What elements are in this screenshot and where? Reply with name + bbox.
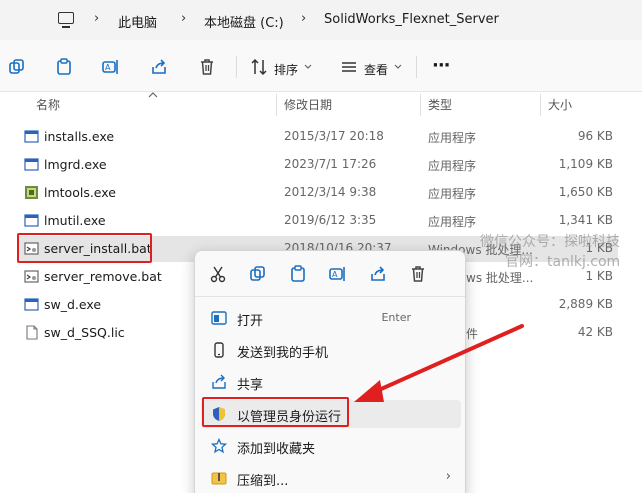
toolbar-divider — [416, 56, 417, 78]
column-header-size[interactable]: 大小 — [548, 96, 572, 113]
watermark-wechat: 微信公众号：探啦科技 — [480, 234, 620, 250]
menu-item-label: 打开 — [237, 314, 264, 329]
share-icon — [212, 374, 226, 389]
lmtools-app-icon — [25, 186, 38, 199]
file-size: 42 KB — [577, 325, 613, 339]
menu-item-compress-to[interactable]: 压缩到... › — [201, 464, 461, 492]
cut-icon[interactable] — [209, 265, 227, 283]
file-type: 应用程序 — [428, 159, 477, 173]
sort-ascending-icon — [148, 92, 158, 98]
delete-icon[interactable] — [198, 58, 216, 76]
file-name: lmtools.exe — [44, 185, 116, 200]
file-date: 2012/3/14 9:38 — [284, 185, 377, 199]
file-name: sw_d.exe — [44, 297, 102, 312]
star-icon — [211, 438, 227, 454]
more-options-button[interactable]: ··· — [432, 55, 450, 76]
view-button[interactable]: 查看 — [364, 61, 388, 78]
file-size: 1,341 KB — [558, 213, 613, 227]
file-date: 2023/7/1 17:26 — [284, 157, 377, 171]
this-pc-icon[interactable] — [58, 12, 74, 28]
menu-item-label: 压缩到... — [237, 474, 289, 489]
highlight-box-file — [17, 233, 152, 263]
rename-icon[interactable]: A — [329, 265, 347, 283]
zip-folder-icon — [211, 472, 227, 485]
breadcrumb-separator: › — [94, 11, 100, 26]
breadcrumb-local-disk[interactable]: 本地磁盘 (C:) — [204, 12, 284, 31]
delete-icon[interactable] — [409, 265, 427, 283]
context-menu-quick-actions: A — [195, 251, 465, 297]
column-divider[interactable] — [540, 94, 541, 116]
highlight-box-run-as-admin — [202, 397, 349, 427]
file-type: ws 批处理... — [466, 271, 534, 285]
column-header-type[interactable]: 类型 — [428, 96, 452, 113]
menu-item-label: 共享 — [237, 378, 264, 393]
file-size: 1,650 KB — [558, 185, 613, 199]
file-type: 应用程序 — [428, 131, 477, 145]
menu-item-label: 发送到我的手机 — [237, 346, 329, 361]
toolbar-divider — [236, 56, 237, 78]
paste-icon[interactable] — [55, 58, 73, 76]
chevron-down-icon — [394, 64, 402, 69]
copy-icon[interactable] — [249, 265, 267, 283]
open-icon — [211, 311, 227, 325]
watermark-website: 官网：tanlkj.com — [505, 254, 621, 270]
exe-window-icon — [24, 130, 39, 143]
file-size: 1,109 KB — [558, 157, 613, 171]
file-type: 应用程序 — [428, 187, 477, 201]
share-icon[interactable] — [369, 265, 387, 283]
svg-text:A: A — [105, 63, 111, 72]
file-name: server_remove.bat — [44, 269, 162, 284]
file-name: lmgrd.exe — [44, 157, 107, 172]
file-row-installs[interactable]: installs.exe 2015/3/17 20:18 应用程序 96 KB — [18, 124, 618, 150]
file-name: sw_d_SSQ.lic — [44, 325, 125, 340]
copy-icon[interactable] — [8, 58, 26, 76]
file-name: installs.exe — [44, 129, 115, 144]
menu-item-label: 添加到收藏夹 — [237, 442, 316, 457]
rename-icon[interactable]: A — [102, 58, 120, 76]
file-row-lmgrd[interactable]: lmgrd.exe 2023/7/1 17:26 应用程序 1,109 KB — [18, 152, 618, 178]
file-size: 96 KB — [577, 129, 613, 143]
column-divider[interactable] — [420, 94, 421, 116]
column-header-date[interactable]: 修改日期 — [284, 96, 332, 113]
share-icon[interactable] — [150, 58, 168, 76]
view-icon[interactable] — [340, 58, 358, 76]
breadcrumb-current-folder[interactable]: SolidWorks_Flexnet_Server — [324, 12, 499, 27]
exe-window-icon — [24, 298, 39, 311]
exe-window-icon — [24, 214, 39, 227]
chevron-down-icon — [304, 64, 312, 69]
file-type: 应用程序 — [428, 215, 477, 229]
breadcrumb-this-pc[interactable]: 此电脑 — [118, 12, 157, 31]
file-date: 2015/3/17 20:18 — [284, 129, 384, 143]
breadcrumb-separator: › — [301, 11, 307, 26]
sort-button[interactable]: 排序 — [274, 61, 298, 78]
submenu-chevron-icon: › — [445, 469, 451, 484]
column-header-name[interactable]: 名称 — [36, 96, 60, 113]
breadcrumb-separator: › — [181, 11, 187, 26]
file-date: 2019/6/12 3:35 — [284, 213, 377, 227]
svg-text:A: A — [332, 270, 338, 279]
menu-item-add-to-favorites[interactable]: 添加到收藏夹 — [201, 432, 461, 460]
phone-icon — [214, 342, 224, 358]
sort-icon[interactable] — [250, 58, 268, 76]
command-bar: A 排序 查看 ··· — [0, 40, 642, 92]
file-name: lmutil.exe — [44, 213, 106, 228]
file-row-lmtools[interactable]: lmtools.exe 2012/3/14 9:38 应用程序 1,650 KB — [18, 180, 618, 206]
exe-window-icon — [24, 158, 39, 171]
file-size: 1 KB — [585, 269, 613, 283]
file-size: 2,889 KB — [558, 297, 613, 311]
address-bar[interactable]: › 此电脑 › 本地磁盘 (C:) › SolidWorks_Flexnet_S… — [0, 0, 642, 40]
red-arrow-annotation — [354, 324, 524, 402]
batch-file-icon — [24, 270, 39, 283]
column-divider[interactable] — [276, 94, 277, 116]
paste-icon[interactable] — [289, 265, 307, 283]
text-file-icon — [26, 325, 38, 340]
